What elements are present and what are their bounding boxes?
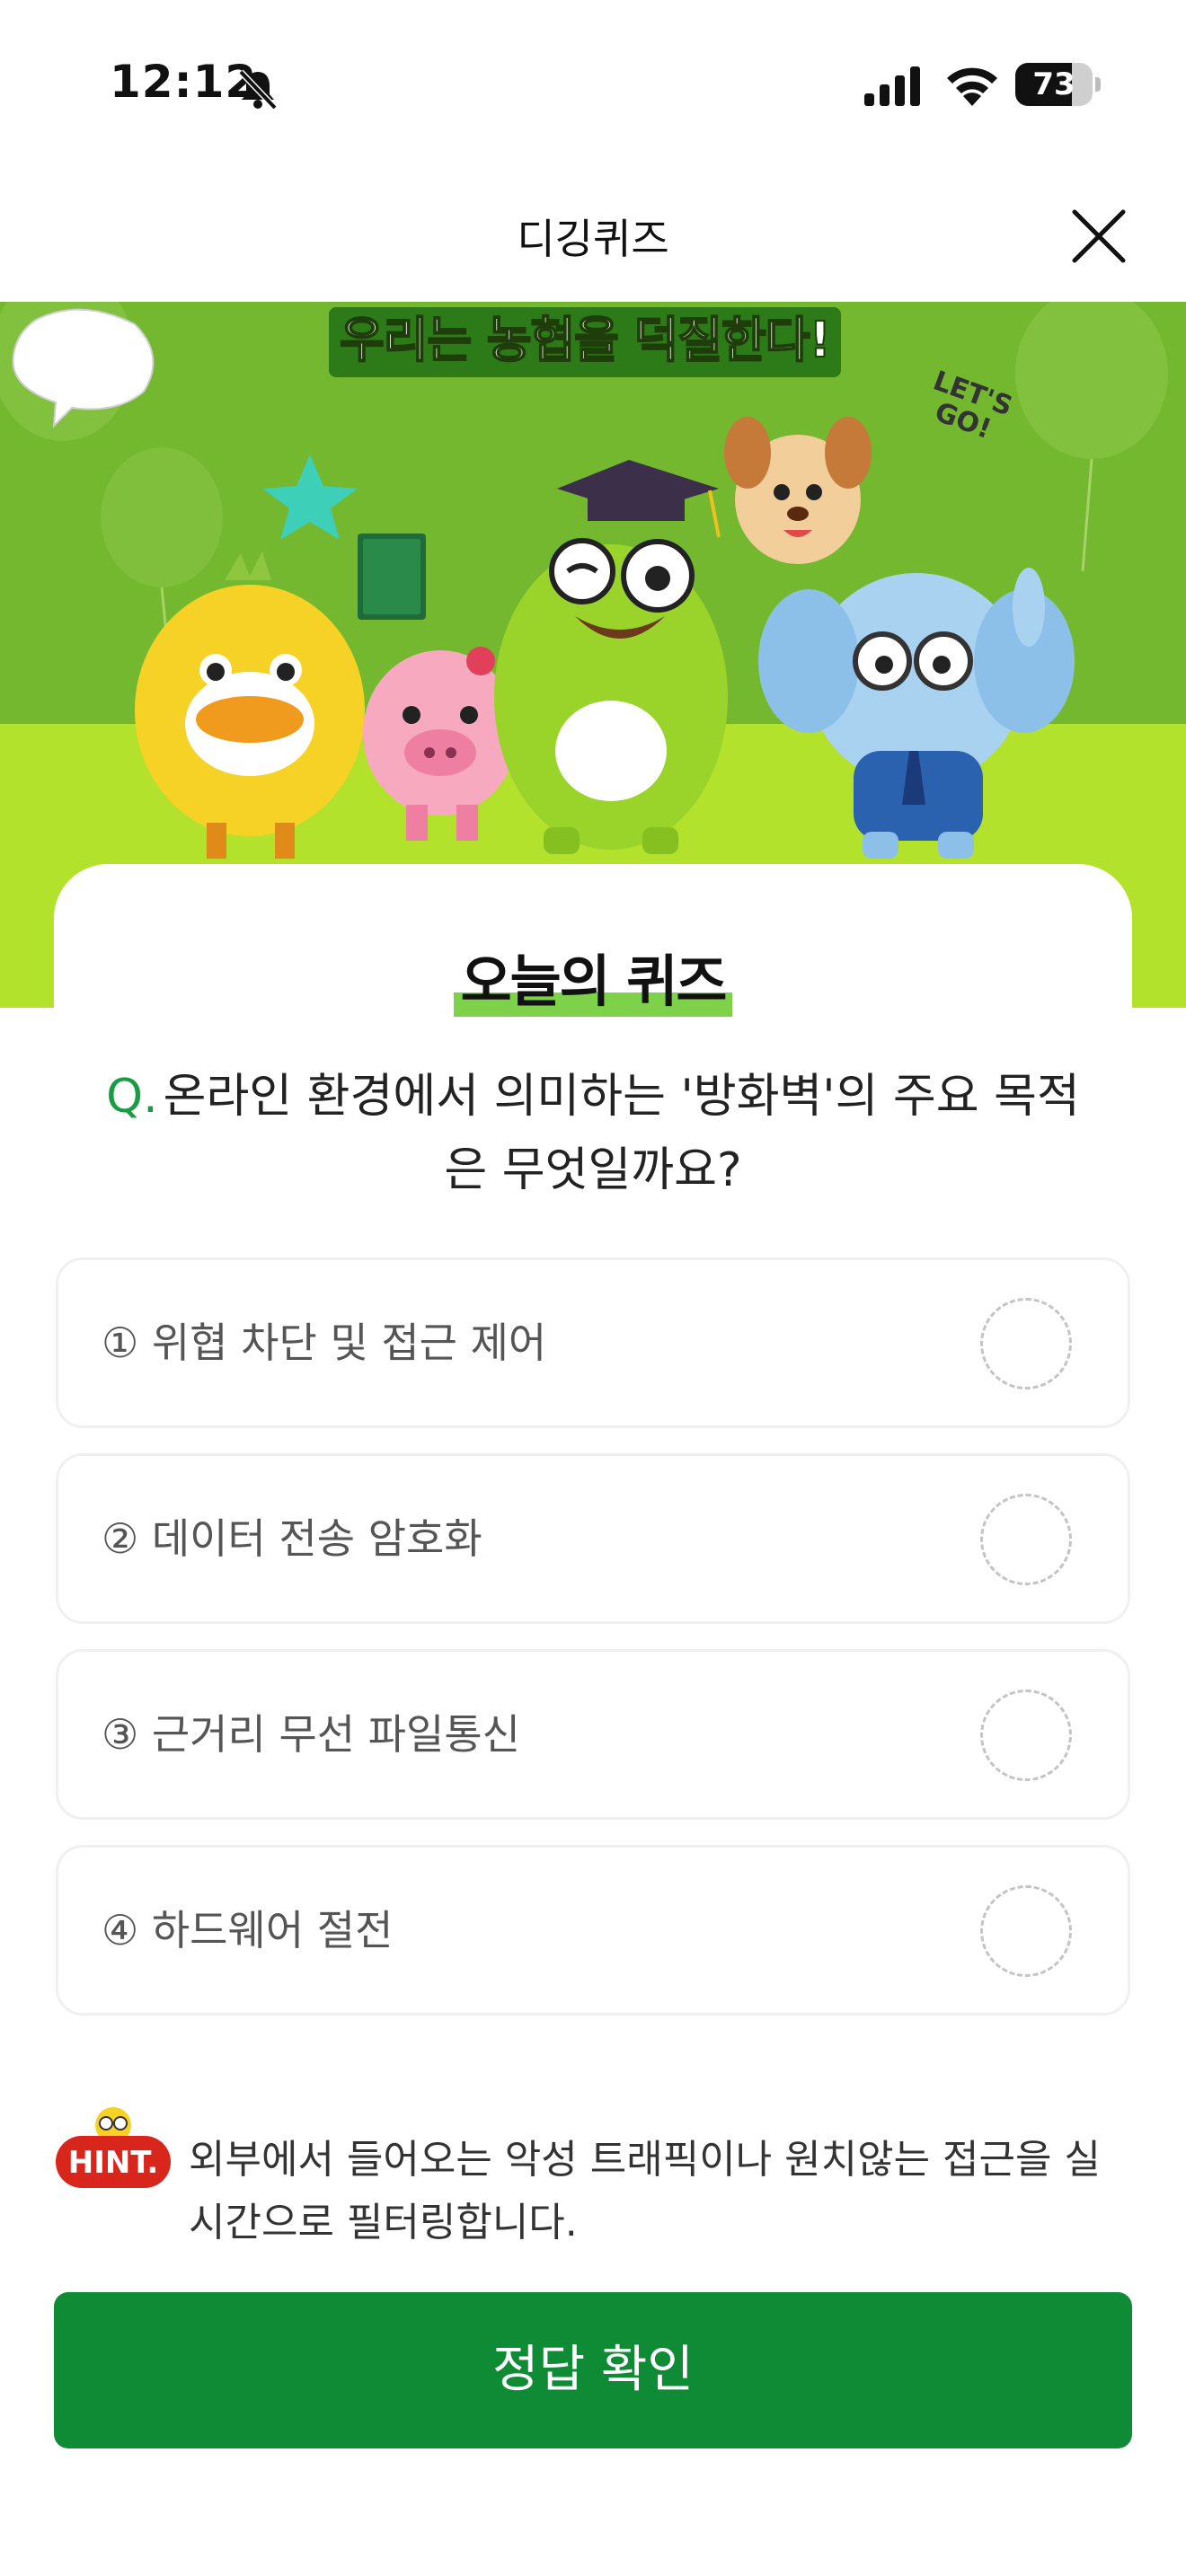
banner-slogan: 우리는 농협을 덕질한다! [329, 307, 841, 377]
bell-slash-icon [238, 69, 278, 110]
radio-circle-icon[interactable] [980, 1494, 1072, 1585]
quiz-card-title: 오늘의 퀴즈 [0, 936, 1186, 1017]
hint-text: 외부에서 들어오는 악성 트래픽이나 원치않는 접근을 실시간으로 필터링합니다… [189, 2137, 1101, 2245]
answer-option-2[interactable]: ② 데이터 전송 암호화 [56, 1453, 1130, 1624]
cellular-signal-icon [864, 66, 920, 106]
page-title: 디깅퀴즈 [517, 215, 669, 263]
question: Q. 온라인 환경에서 의미하는 '방화벽'의 주요 목적은 무엇일까요? [90, 1060, 1096, 1207]
answer-option-3[interactable]: ③ 근거리 무선 파일통신 [56, 1649, 1130, 1820]
status-bar: 12:12 73 [0, 0, 1186, 171]
answer-option-label: ③ 근거리 무선 파일통신 [102, 1710, 520, 1759]
close-icon[interactable] [1066, 203, 1132, 269]
hint-badge: HINT. [68, 2145, 159, 2181]
radio-circle-icon[interactable] [980, 1689, 1072, 1781]
battery-level: 73 [1032, 66, 1075, 102]
hint-icon: HINT. [56, 2107, 171, 2188]
wifi-icon [947, 67, 997, 106]
question-text: 온라인 환경에서 의미하는 '방화벽'의 주요 목적은 무엇일까요? [163, 1070, 1080, 1197]
speech-bubble-icon [12, 308, 155, 428]
answer-option-1[interactable]: ① 위협 차단 및 접근 제어 [56, 1257, 1130, 1428]
radio-circle-icon[interactable] [980, 1298, 1072, 1389]
battery-icon: 73 [1015, 63, 1102, 106]
answer-option-4[interactable]: ④ 하드웨어 절전 [56, 1845, 1130, 2016]
battery-body: 73 [1015, 63, 1093, 106]
quiz-card-title-text: 오늘의 퀴즈 [453, 936, 733, 1017]
answer-option-label: ④ 하드웨어 절전 [102, 1906, 394, 1954]
battery-tip [1095, 77, 1101, 92]
check-answer-button[interactable]: 정답 확인 [54, 2292, 1132, 2448]
answer-option-label: ① 위협 차단 및 접근 제어 [102, 1319, 547, 1367]
header: 디깅퀴즈 [0, 171, 1186, 302]
radio-circle-icon[interactable] [980, 1885, 1072, 1977]
question-prefix: Q. [106, 1070, 158, 1124]
answer-option-label: ② 데이터 전송 암호화 [102, 1514, 482, 1563]
